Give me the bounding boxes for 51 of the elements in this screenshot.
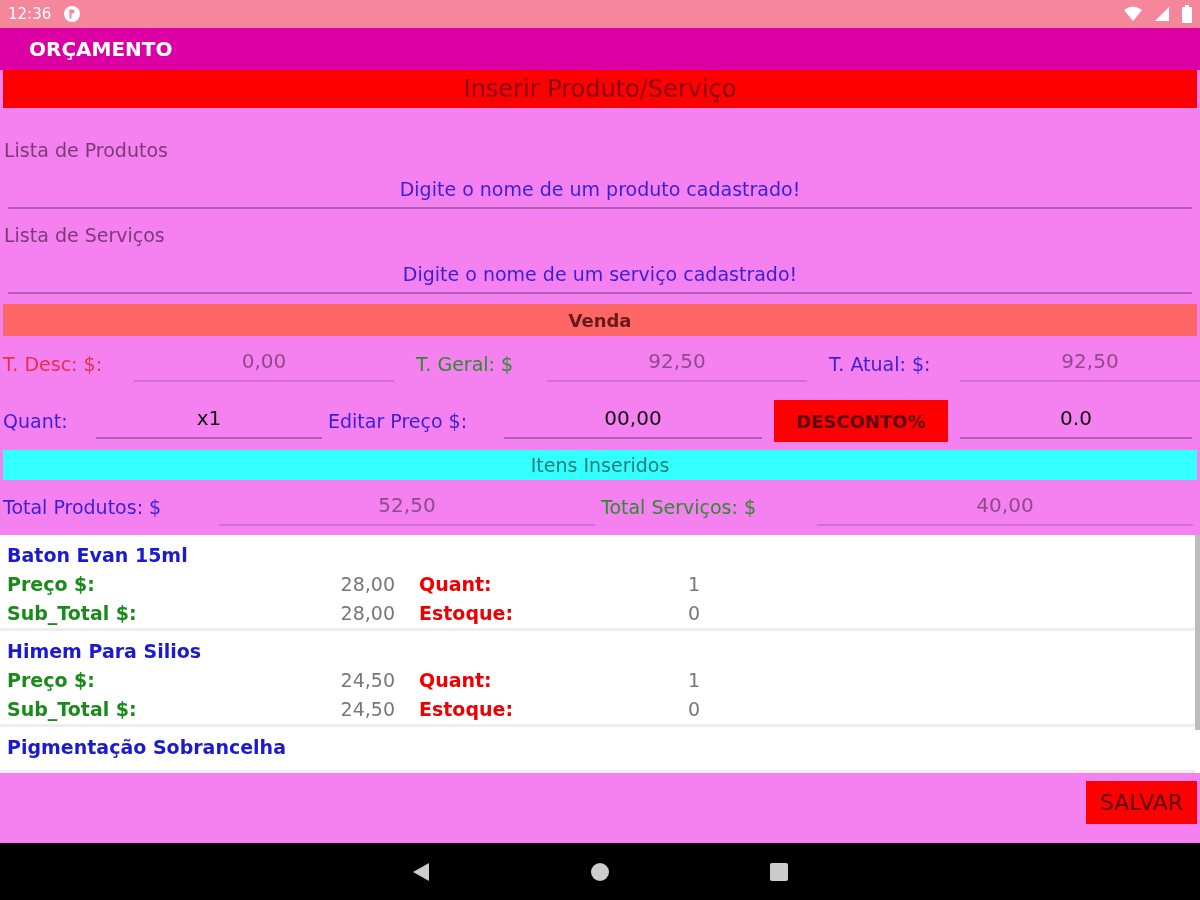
scrollbar[interactable] (1195, 535, 1200, 730)
list-item[interactable]: Pigmentação Sobrancelha (0, 727, 1195, 773)
discount-button[interactable]: DESCONTO% (774, 400, 948, 442)
item-name: Himem Para Silios (7, 639, 203, 664)
quantity-value: 1 (686, 667, 700, 693)
field-label: Preço $: (7, 667, 96, 693)
search-field[interactable]: Digite o nome de um serviço cadastrado! (8, 259, 1192, 294)
field-label: T. Atual: $: (829, 351, 932, 377)
input-field[interactable]: 00,00 (504, 403, 762, 439)
price-value: 24,50 (339, 697, 395, 723)
field-label: Quant: (419, 571, 493, 597)
field-label: Quant: (419, 667, 493, 693)
field-label: Editar Preço $: (328, 408, 469, 434)
quantity-value: 0 (686, 697, 700, 723)
search-field[interactable]: Digite o nome de um produto cadastrado! (8, 174, 1192, 209)
field-label: Sub_Total $: (7, 601, 138, 627)
field-label: Total Serviços: $ (601, 495, 757, 521)
price-value: 28,00 (339, 571, 395, 597)
recents-icon[interactable] (770, 862, 788, 881)
field-label: T. Desc: $: (3, 351, 104, 377)
battery-icon (1182, 5, 1192, 23)
quantity-value: 0 (686, 601, 700, 627)
price-value: 28,00 (339, 601, 395, 627)
item-name: Pigmentação Sobrancelha (7, 735, 287, 760)
section-header: Inserir Produto/Serviço (3, 70, 1197, 108)
section-header: Venda (3, 304, 1197, 336)
wifi-icon (1124, 6, 1142, 22)
field-label: Preço $: (7, 571, 96, 597)
signal-icon (1154, 6, 1170, 22)
list-item[interactable]: Baton Evan 15ml Preço $: 28,00 Quant: 1 Sub_Total $: 28,00 Estoque: 0 (0, 535, 1195, 631)
field-label: Lista de Serviços (4, 223, 166, 248)
field-label: Lista de Produtos (4, 138, 169, 163)
list-item[interactable]: Himem Para Silios Preço $: 24,50 Quant: 1 Sub_Total $: 24,50 Estoque: 0 (0, 631, 1195, 727)
app-title: ORÇAMENTO (29, 36, 173, 63)
input-field[interactable]: x1 (96, 403, 322, 439)
back-icon[interactable] (412, 861, 430, 882)
section-header: Itens Inseridos (3, 450, 1197, 480)
field-label: Estoque: (419, 697, 515, 723)
home-icon[interactable] (590, 861, 610, 882)
field-label: Estoque: (419, 601, 515, 627)
price-value: 24,50 (339, 667, 395, 693)
field-label: Total Produtos: $ (3, 495, 163, 521)
input-field[interactable]: 0.0 (960, 403, 1192, 439)
save-button[interactable]: SALVAR (1086, 781, 1197, 824)
field-label: Sub_Total $: (7, 697, 138, 723)
notification-icon (63, 5, 82, 23)
field-label: Quant: (3, 408, 69, 434)
quantity-value: 1 (686, 571, 700, 597)
clock: 12:36 (8, 3, 52, 25)
item-name: Baton Evan 15ml (7, 543, 189, 568)
field-label: T. Geral: $ (416, 351, 515, 377)
